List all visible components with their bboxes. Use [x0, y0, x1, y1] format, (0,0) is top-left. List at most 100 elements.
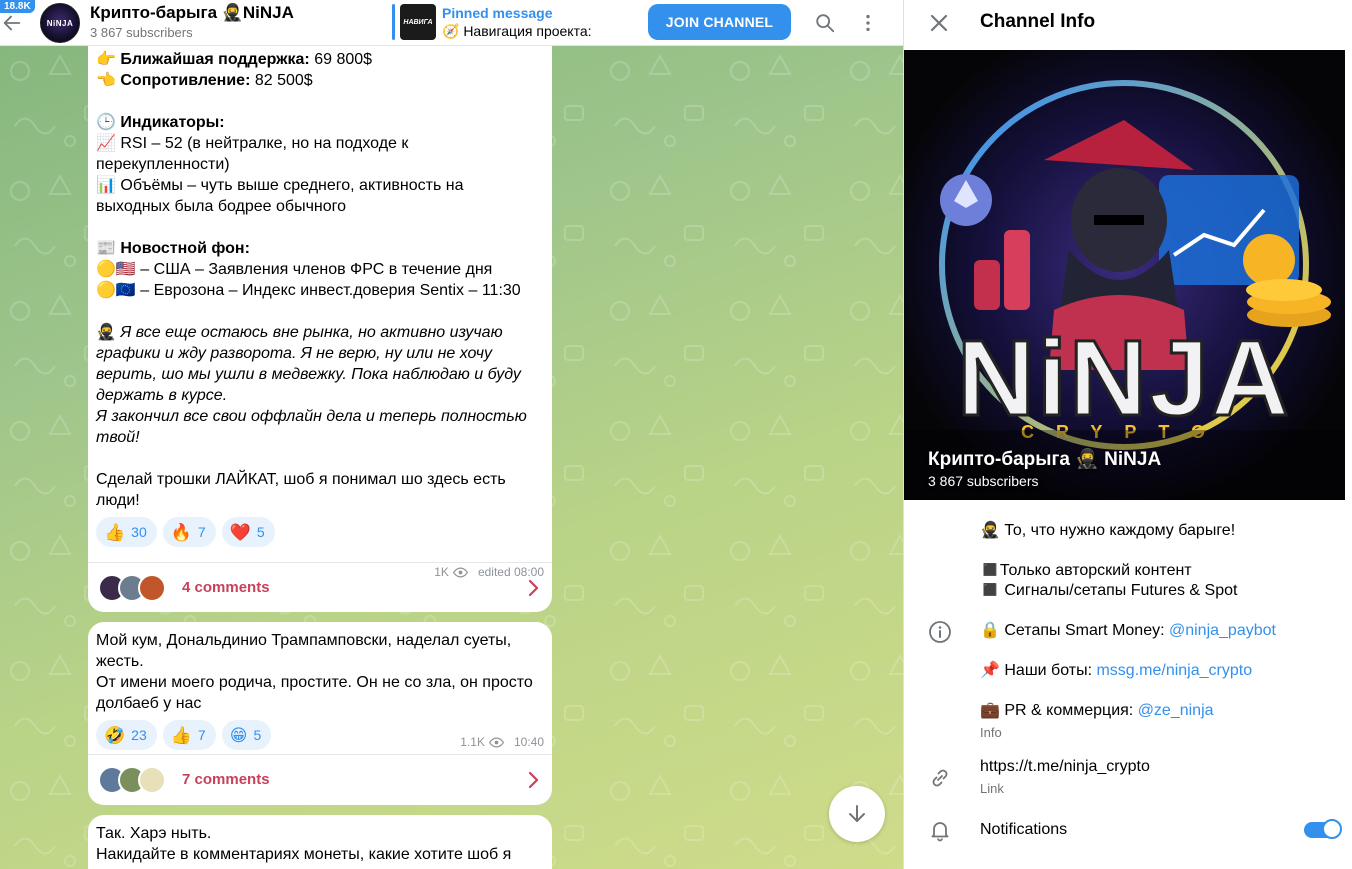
- paybot-link[interactable]: @ninja_paybot: [1169, 622, 1276, 639]
- message-text-span: От имени моего родича, простите. Он не с…: [96, 674, 533, 691]
- pinned-thumbnail[interactable]: НАВИГА: [400, 4, 436, 40]
- reaction-count: 7: [197, 523, 206, 540]
- about-line: ◼️Только авторский контент: [980, 562, 1192, 579]
- message-text-span: Мой кум, Дональдинио Трампамповски, наде…: [96, 632, 512, 649]
- message-line: 📰 Новостной фон:: [96, 238, 544, 259]
- pinned-thumb-text: НАВИГА: [403, 18, 433, 26]
- more-button[interactable]: [855, 10, 881, 36]
- channel-info-panel: Channel Info NiNJA CRYPTO Крипто-барыга …: [903, 0, 1352, 869]
- channel-subscribers: 3 867 subscribers: [90, 25, 193, 40]
- notifications-label: Notifications: [980, 821, 1068, 838]
- cover-channel-name: Крипто-барыга 🥷 NiNJA: [928, 449, 1162, 470]
- comments-button[interactable]: 4 comments: [88, 562, 552, 612]
- message-line: долбаеб у нас: [96, 693, 544, 714]
- message-text-span: 👈: [96, 72, 121, 89]
- reaction-count: 5: [253, 726, 262, 743]
- link-icon: [928, 766, 952, 790]
- bots-link[interactable]: mssg.me/ninja_crypto: [1096, 662, 1252, 679]
- close-panel-button[interactable]: [926, 10, 952, 36]
- reaction-button[interactable]: ❤️ 5: [221, 517, 275, 547]
- scroll-down-button[interactable]: [829, 786, 885, 842]
- message-text-span: 📊 Объёмы – чуть выше среднего, активност…: [96, 177, 464, 194]
- search-icon: [816, 14, 835, 33]
- message-text-span: 🟡🇺🇸 – США – Заявления членов ФРС в течен…: [96, 261, 493, 278]
- message-bubble[interactable]: 👉 Ближайшая поддержка: 69 800$ 👈 Сопротив…: [88, 46, 552, 612]
- message-bubble[interactable]: Так. Харэ ныть. Накидайте в комментариях …: [88, 815, 552, 869]
- message-text-span: верить, шо мы ушли в медвежку. Пока набл…: [96, 366, 521, 383]
- message-line: 🕒 Индикаторы:: [96, 112, 544, 133]
- pr-contact-link[interactable]: @ze_ninja: [1138, 702, 1214, 719]
- message-line: 🥷 Я все еще остаюсь вне рынка, но активн…: [96, 322, 544, 343]
- reaction-button[interactable]: 😁 5: [221, 720, 272, 750]
- chat-area[interactable]: 👉 Ближайшая поддержка: 69 800$ 👈 Сопротив…: [0, 46, 903, 869]
- reaction-button[interactable]: 👍 30: [96, 517, 157, 547]
- panel-title: Channel Info: [980, 11, 1096, 32]
- avatar-logo-text: NiNJA: [46, 18, 74, 28]
- reaction-emoji: 😁: [229, 725, 248, 745]
- reaction-emoji: 🔥: [170, 522, 192, 542]
- reaction-button[interactable]: 👍 7: [162, 720, 216, 750]
- chat-header: 18.8K NiNJA Крипто-барыга 🥷NiNJA 3 867 s…: [0, 0, 903, 46]
- notifications-toggle[interactable]: [1304, 819, 1342, 839]
- message-text-span: Сопротивление:: [120, 72, 251, 89]
- message-line: Так. Харэ ныть.: [96, 823, 544, 844]
- channel-cover-art: NiNJA CRYPTO: [904, 50, 1345, 500]
- message-line: верить, шо мы ушли в медвежку. Пока набл…: [96, 364, 544, 385]
- message-text-span: 📈 RSI – 52 (в нейтралке, но на подходе к: [96, 135, 409, 152]
- pinned-text[interactable]: 🧭 Навигация проекта:: [442, 23, 592, 40]
- info-label: Info: [980, 725, 1002, 740]
- message-bubble[interactable]: Мой кум, Дональдинио Трампамповски, наде…: [88, 622, 552, 805]
- commenter-avatars: [98, 765, 166, 794]
- message-line: перекупленности): [96, 154, 544, 175]
- message-meta: 1.1K 10:40: [460, 732, 544, 753]
- message-text-span: Я все еще остаюсь вне рынка, но активно …: [120, 324, 503, 341]
- unread-badge: 18.8K: [0, 0, 35, 13]
- message-line: 🟡🇪🇺 – Еврозона – Индекс инвест.доверия S…: [96, 280, 544, 301]
- cover-subscribers: 3 867 subscribers: [928, 473, 1039, 489]
- bell-icon: [928, 818, 952, 842]
- message-text-span: выходных была бодрее обычного: [96, 198, 347, 215]
- message-text-span: твой!: [96, 429, 140, 446]
- message-line: графики и жду разворота. Я не верю, ну и…: [96, 343, 544, 364]
- channel-title[interactable]: Крипто-барыга 🥷NiNJA: [90, 3, 294, 23]
- message-line: 🟡🇺🇸 – США – Заявления членов ФРС в течен…: [96, 259, 544, 280]
- message-text: Мой кум, Дональдинио Трампамповски, наде…: [88, 622, 552, 714]
- info-icon: [928, 620, 952, 644]
- about-line: 🥷 То, что нужно каждому барыге!: [980, 522, 1236, 539]
- message-line: 👈 Сопротивление: 82 500$: [96, 70, 544, 91]
- reaction-emoji: ❤️: [229, 522, 251, 542]
- message-text-span: 🟡🇪🇺 – Еврозона – Индекс инвест.доверия S…: [96, 282, 521, 299]
- reaction-count: 7: [197, 726, 206, 743]
- reaction-button[interactable]: 🔥 7: [162, 517, 216, 547]
- message-line: люди!: [96, 490, 544, 511]
- reaction-emoji: 👍: [104, 522, 126, 542]
- channel-avatar[interactable]: NiNJA: [40, 3, 80, 43]
- views-count: 1.1K: [460, 735, 485, 749]
- message-text-span: Я закончил все свои оффлайн дела и тепер…: [96, 408, 527, 425]
- pinned-title[interactable]: Pinned message: [442, 5, 553, 21]
- commenter-avatars: [98, 573, 166, 602]
- channel-cover[interactable]: NiNJA CRYPTO Крипто-барыга 🥷 NiNJA 3 867…: [904, 50, 1345, 500]
- join-channel-button[interactable]: JOIN CHANNEL: [648, 4, 791, 40]
- comments-count: 4 comments: [182, 579, 270, 596]
- message-text-span: 👉: [96, 51, 121, 68]
- comments-button[interactable]: 7 comments: [88, 754, 552, 804]
- search-button[interactable]: [812, 10, 838, 36]
- message-text-span: 82 500$: [250, 72, 313, 89]
- reaction-emoji: 🤣: [104, 725, 126, 745]
- about-line-text: 📌 Наши боты:: [980, 662, 1097, 679]
- arrow-down-icon: [849, 805, 865, 822]
- message-text-span: Индикаторы:: [120, 114, 225, 131]
- message-text-span: Сделай трошки ЛАЙКАТ, шоб я понимал шо з…: [96, 471, 506, 488]
- message-text-span: 🕒: [96, 114, 121, 131]
- reaction-button[interactable]: 🤣 23: [96, 720, 157, 750]
- message-text-span: 📰: [96, 240, 121, 257]
- pinned-indicator: [392, 4, 395, 40]
- message-time: 10:40: [513, 735, 544, 749]
- chevron-right-icon: [528, 579, 539, 597]
- channel-link[interactable]: https://t.me/ninja_crypto: [980, 757, 1150, 777]
- message-line: выходных была бодрее обычного: [96, 196, 544, 217]
